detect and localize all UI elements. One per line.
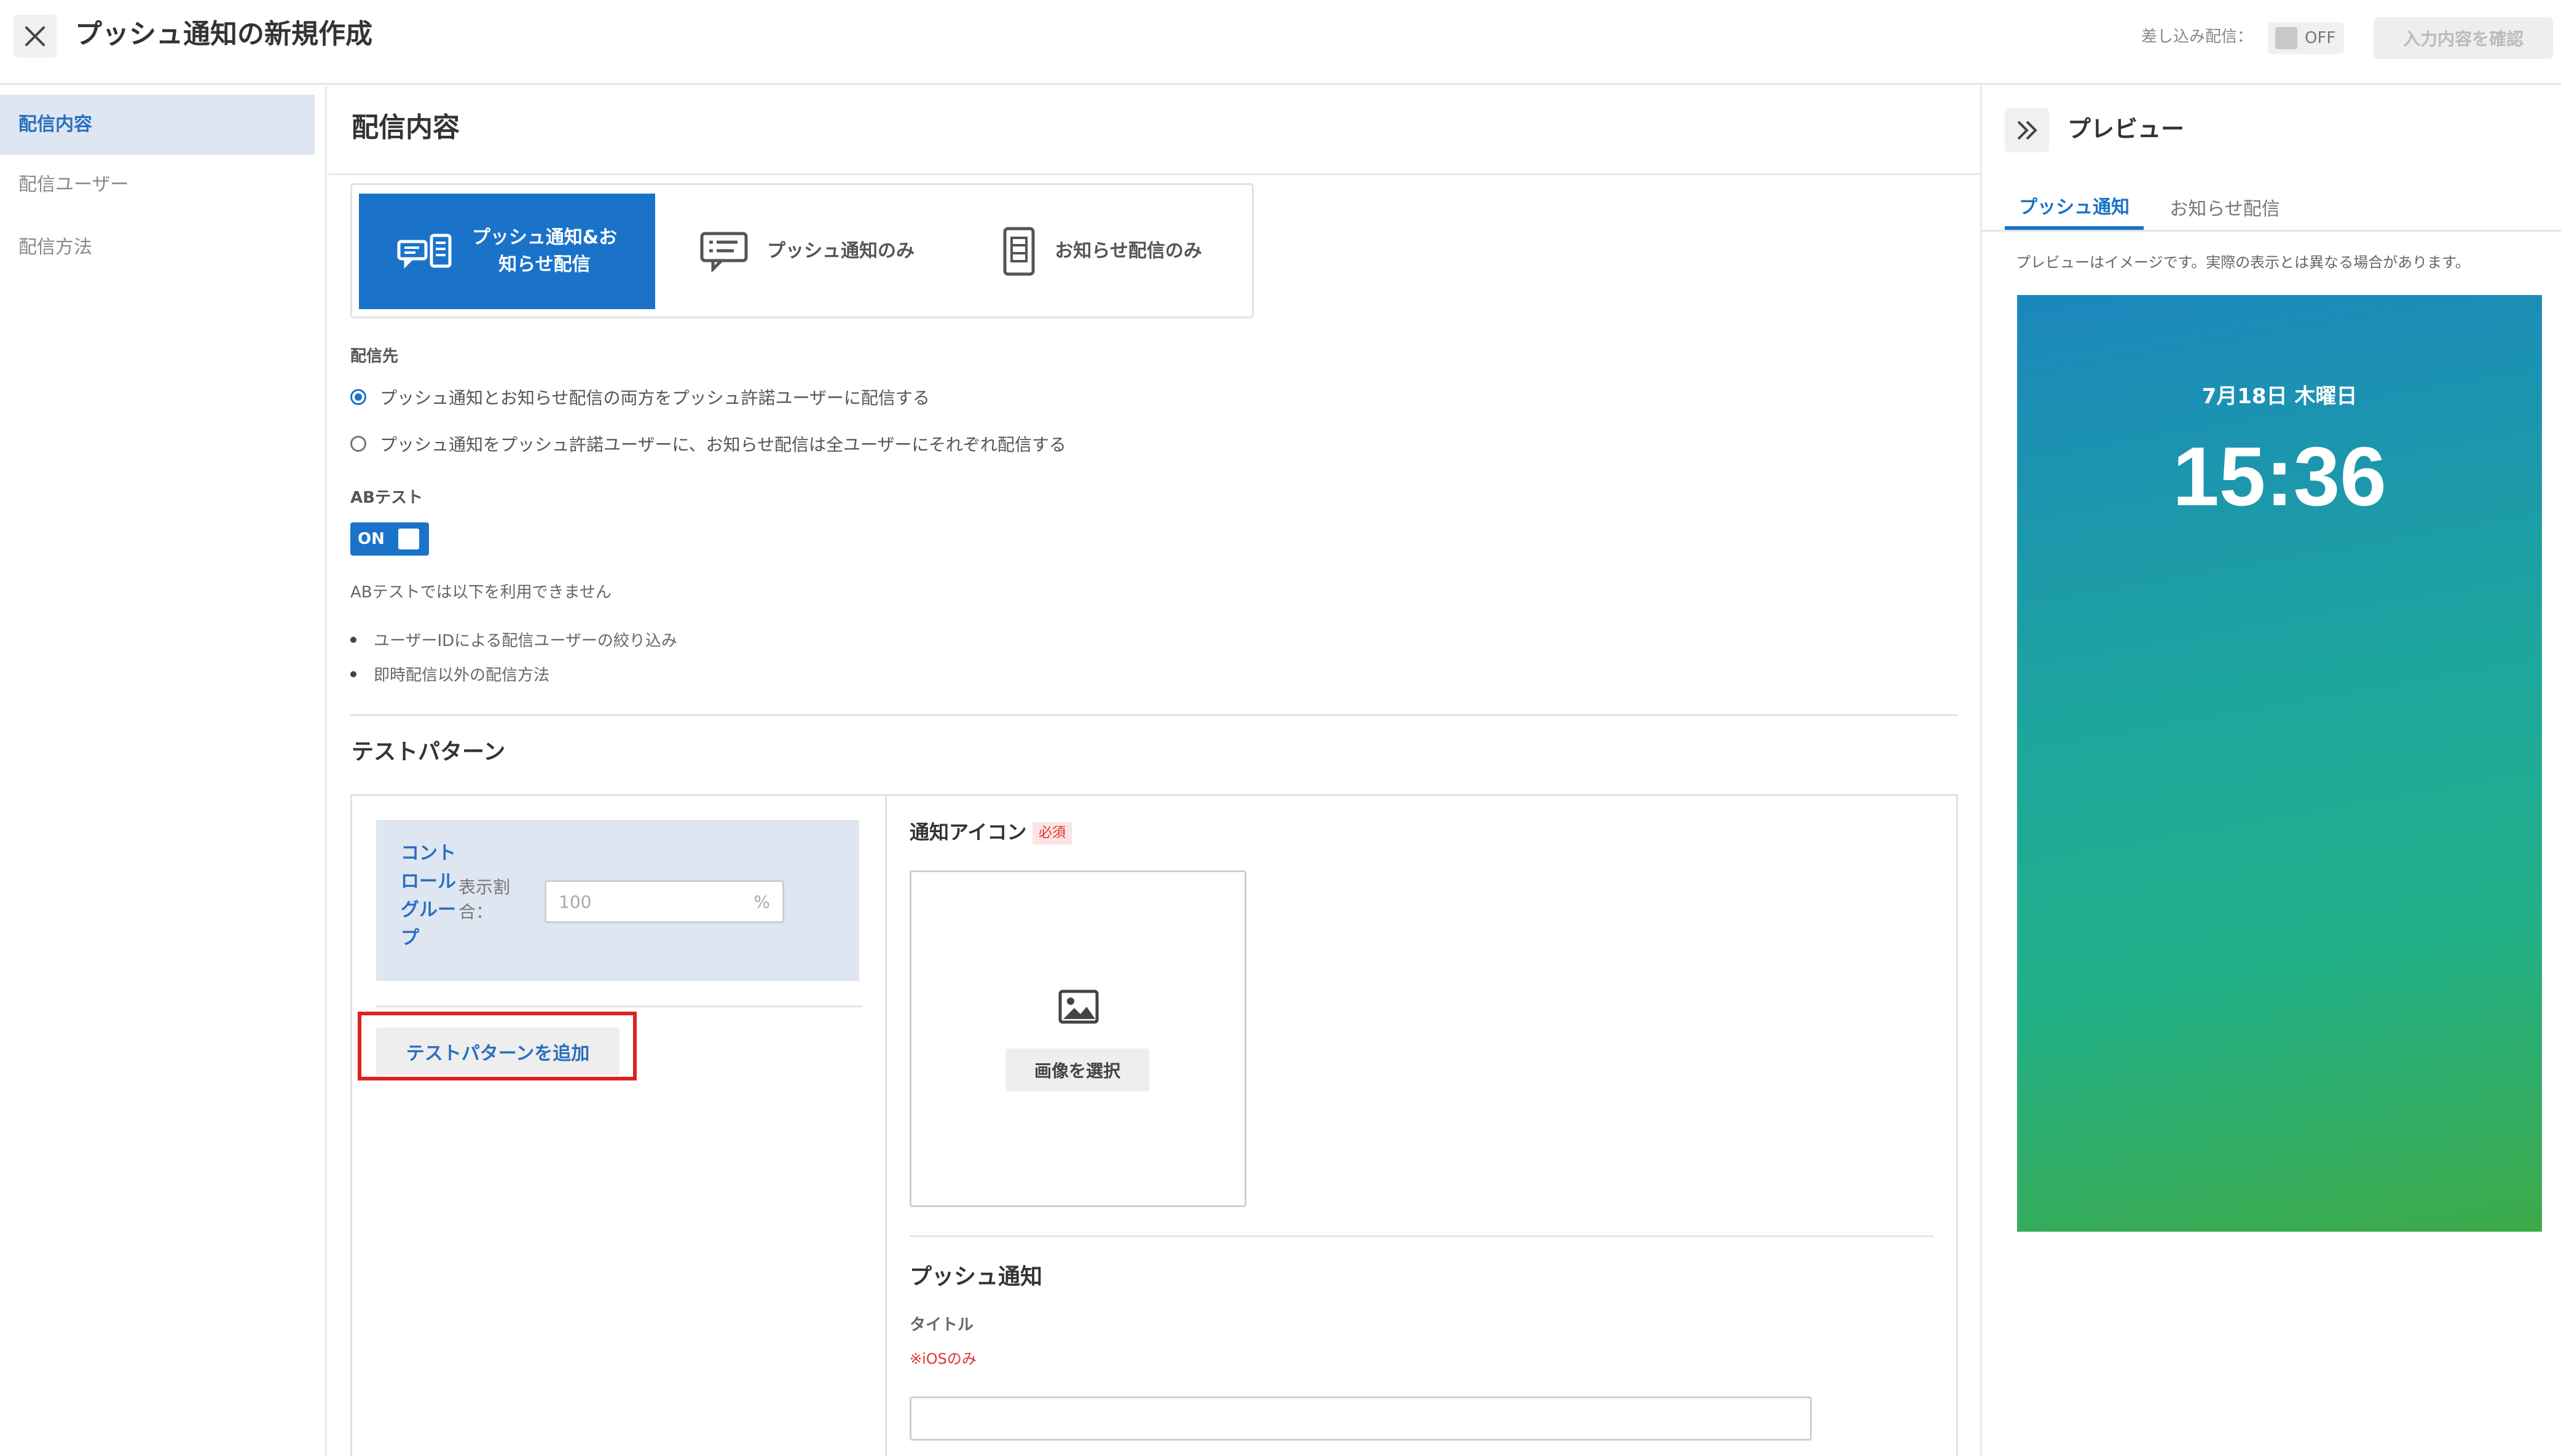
- ab-restriction-item: 即時配信以外の配信方法: [350, 663, 549, 685]
- delivery-type-push-only[interactable]: プッシュ通知のみ: [672, 194, 942, 309]
- double-chevron-right-icon: [2017, 120, 2037, 140]
- delivery-type-label-line1: プッシュ通知&お: [471, 227, 618, 248]
- divider: [376, 1005, 862, 1007]
- radio-label: プッシュ通知とお知らせ配信の両方をプッシュ許諾ユーザーに配信する: [380, 388, 930, 408]
- sidebar-item-users[interactable]: 配信ユーザー: [0, 155, 315, 215]
- ab-test-label: ABテスト: [350, 489, 423, 507]
- sidebar: 配信内容 配信ユーザー 配信方法: [0, 86, 327, 1456]
- test-pattern-title: テストパターン: [352, 739, 506, 765]
- add-test-pattern-button[interactable]: テストパターンを追加: [376, 1028, 620, 1076]
- delivery-type-label-line2: 知らせ配信: [498, 254, 591, 275]
- ratio-value: 100: [559, 891, 592, 912]
- ios-only-note: ※iOSのみ: [910, 1350, 977, 1367]
- toggle-knob: [398, 529, 419, 549]
- close-button[interactable]: [14, 15, 57, 58]
- phone-time: 15:36: [2173, 430, 2386, 523]
- delivery-type-selector: プッシュ通知&お 知らせ配信 プッシュ通知のみ お知らせ配信のみ: [350, 183, 1254, 318]
- display-ratio-input[interactable]: 100 %: [545, 880, 784, 923]
- restriction-text: 即時配信以外の配信方法: [374, 666, 550, 685]
- push-notification-title: プッシュ通知: [910, 1264, 1043, 1289]
- divider: [350, 714, 1958, 716]
- sidebar-item-content[interactable]: 配信内容: [0, 95, 315, 155]
- page-title: プッシュ通知の新規作成: [75, 18, 372, 50]
- radio-button[interactable]: [350, 389, 366, 405]
- document-icon: [1003, 227, 1035, 276]
- merge-delivery-label: 差し込み配信：: [2141, 28, 2254, 46]
- section-title: 配信内容: [352, 112, 460, 143]
- chat-message-icon: [700, 232, 748, 272]
- sidebar-item-method[interactable]: 配信方法: [0, 218, 315, 278]
- delivery-type-label: お知らせ配信のみ: [1055, 240, 1202, 262]
- bullet-icon: [350, 636, 356, 643]
- required-badge: 必須: [1033, 822, 1072, 844]
- radio-label: プッシュ通知をプッシュ許諾ユーザーに、お知らせ配信は全ユーザーにそれぞれ配信する: [380, 435, 1066, 455]
- delivery-type-push-and-news[interactable]: プッシュ通知&お 知らせ配信: [359, 194, 655, 309]
- bullet-icon: [350, 671, 356, 677]
- image-icon: [1058, 990, 1099, 1026]
- toggle-knob: [2275, 27, 2297, 49]
- push-and-news-icon: [397, 234, 452, 269]
- destination-option-split[interactable]: プッシュ通知をプッシュ許諾ユーザーに、お知らせ配信は全ユーザーにそれぞれ配信する: [350, 431, 1066, 456]
- destination-label: 配信先: [350, 347, 399, 366]
- ab-restriction-item: ユーザーIDによる配信ユーザーの絞り込み: [350, 628, 677, 651]
- merge-delivery-toggle[interactable]: OFF: [2268, 22, 2344, 54]
- notification-icon-label: 通知アイコン: [910, 820, 1027, 844]
- ratio-unit: %: [753, 891, 770, 912]
- close-icon: [25, 26, 45, 46]
- tab-news-delivery[interactable]: お知らせ配信: [2151, 184, 2299, 230]
- divider: [329, 173, 1982, 175]
- image-upload-area[interactable]: [910, 870, 1246, 1207]
- toggle-state-text: OFF: [2305, 29, 2336, 47]
- panel-divider: [885, 794, 887, 1456]
- preview-note: プレビューはイメージです。実際の表示とは異なる場合があります。: [2016, 254, 2470, 271]
- collapse-preview-button[interactable]: [2005, 108, 2049, 152]
- title-input[interactable]: [910, 1396, 1812, 1441]
- tab-push-notification[interactable]: プッシュ通知: [2005, 184, 2144, 230]
- ab-test-note: ABテストでは以下を利用できません: [350, 583, 612, 602]
- destination-option-both-push[interactable]: プッシュ通知とお知らせ配信の両方をプッシュ許諾ユーザーに配信する: [350, 385, 930, 409]
- title-field-label: タイトル: [910, 1316, 974, 1334]
- confirm-input-button[interactable]: 入力内容を確認: [2374, 17, 2553, 59]
- ab-test-toggle[interactable]: ON: [350, 522, 429, 556]
- radio-button[interactable]: [350, 436, 366, 452]
- delivery-type-news-only[interactable]: お知らせ配信のみ: [961, 194, 1243, 309]
- restriction-text: ユーザーIDによる配信ユーザーの絞り込み: [374, 632, 677, 650]
- display-ratio-label: 表示割合：: [458, 877, 511, 922]
- toggle-state-text: ON: [358, 530, 385, 548]
- divider: [1982, 230, 2561, 232]
- delivery-type-label: プッシュ通知のみ: [767, 240, 915, 262]
- divider: [910, 1235, 1934, 1237]
- phone-date: 7月18日 木曜日: [2201, 384, 2358, 409]
- preview-title: プレビュー: [2067, 116, 2185, 143]
- select-image-button[interactable]: 画像を選択: [1005, 1049, 1149, 1092]
